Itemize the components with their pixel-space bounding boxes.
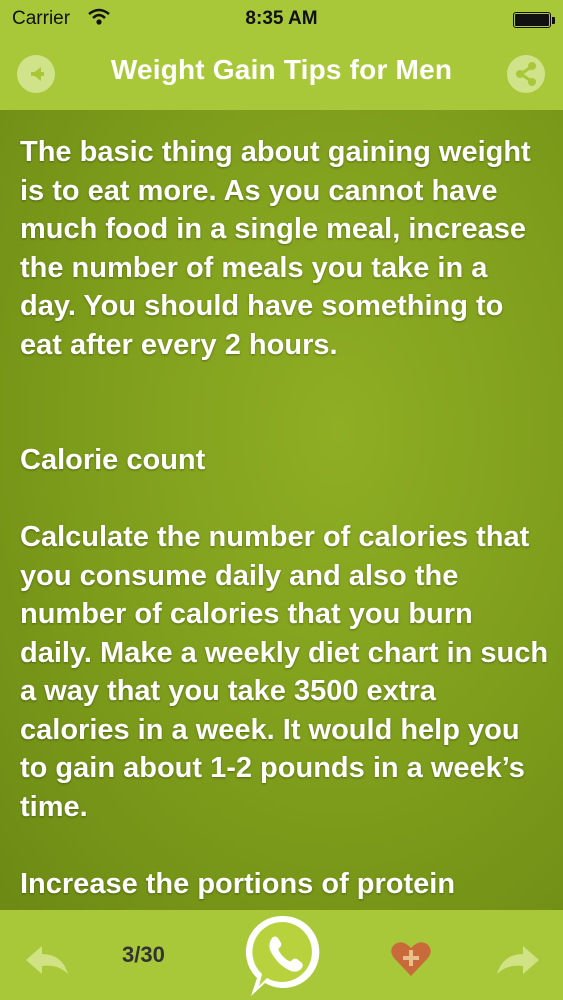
- battery-icon: [513, 12, 555, 28]
- next-arrow-icon[interactable]: [493, 940, 543, 980]
- article-paragraph: Increase the portions of protein: [20, 868, 456, 900]
- article-paragraph: Calculate the number of calories that yo…: [20, 521, 549, 823]
- bottom-toolbar: 3/30: [0, 910, 563, 1000]
- article-content[interactable]: The basic thing about gaining weight is …: [0, 110, 563, 910]
- heart-plus-icon[interactable]: [390, 940, 432, 978]
- prev-arrow-icon[interactable]: [22, 940, 72, 980]
- article-heading: Calorie count: [20, 444, 206, 476]
- status-bar: Carrier 8:35 AM: [0, 0, 563, 38]
- call-button[interactable]: [243, 912, 323, 1000]
- article-paragraph: The basic thing about gaining weight is …: [20, 136, 531, 361]
- share-icon: [516, 62, 536, 86]
- page-title: Weight Gain Tips for Men: [110, 54, 453, 85]
- share-button[interactable]: [507, 55, 545, 93]
- clock-label: 8:35 AM: [245, 8, 318, 29]
- page-counter: 3/30: [122, 942, 165, 967]
- nav-bar: Weight Gain Tips for Men: [0, 38, 563, 110]
